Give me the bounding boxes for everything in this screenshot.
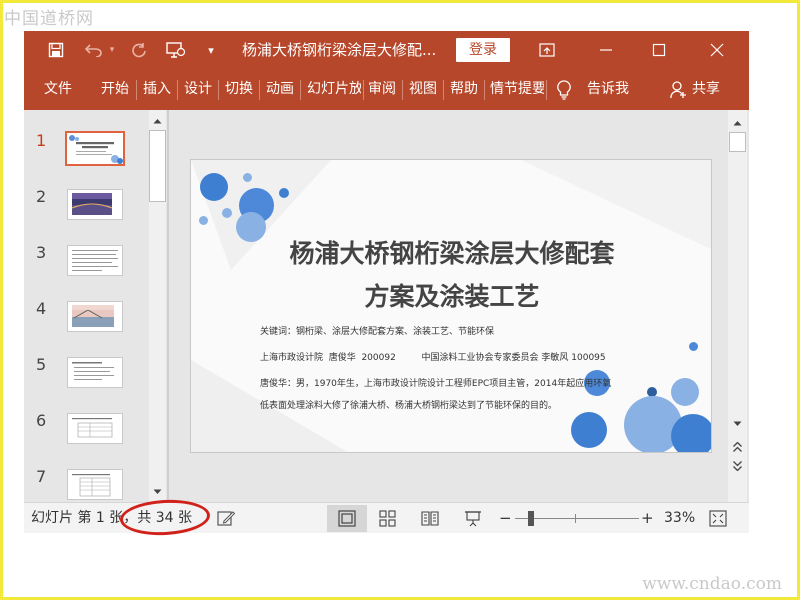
slide-thumbnail-6[interactable] [67, 413, 123, 444]
tab-help[interactable]: 帮助 [450, 69, 478, 110]
tab-separator [443, 80, 444, 100]
redo-icon[interactable] [128, 31, 150, 69]
slide-thumbnail-3[interactable] [67, 245, 123, 276]
slide-title-line-1: 杨浦大桥钢桁梁涂层大修配套 [289, 239, 615, 268]
tab-separator [402, 80, 403, 100]
normal-view-icon[interactable] [337, 509, 357, 528]
notes-edit-icon[interactable] [216, 509, 236, 528]
slide-scrollbar[interactable] [728, 110, 747, 502]
slide-scroll-thumb[interactable] [729, 132, 746, 152]
slide-canvas[interactable]: 杨浦大桥钢桁梁涂层大修配套 方案及涂装工艺 关键词：钢桁梁、涂层大修配套方案、涂… [190, 159, 712, 453]
thumbnail-scrollbar[interactable] [149, 110, 166, 502]
decor-circle [671, 378, 699, 406]
site-watermark-top: 中国道桥网 [4, 9, 94, 29]
tab-view[interactable]: 视图 [409, 69, 437, 110]
tab-separator [363, 80, 364, 100]
present-from-start-icon[interactable] [164, 31, 188, 69]
slide-thumbnail-2[interactable] [67, 189, 123, 220]
slide-thumbnail-1[interactable] [65, 131, 125, 166]
panel-divider[interactable] [167, 110, 169, 502]
decor-circle [222, 208, 232, 218]
close-icon[interactable] [702, 31, 732, 69]
undo-icon[interactable] [82, 31, 106, 69]
share-button[interactable]: 共享 [692, 69, 720, 110]
tab-separator [136, 80, 137, 100]
slide-title-line-2: 方案及涂装工艺 [364, 282, 540, 311]
tab-design[interactable]: 设计 [184, 69, 212, 110]
scroll-up-icon[interactable] [729, 114, 746, 131]
scroll-down-icon[interactable] [149, 483, 166, 500]
tab-storyboarding[interactable]: 情节提要 [490, 69, 544, 110]
slide-bio-line-2: 低表面处理涂料大修了徐浦大桥、杨浦大桥钢桁梁达到了节能环保的目的。 [260, 401, 558, 411]
thumbnail-number: 6 [36, 411, 47, 430]
tab-animations[interactable]: 动画 [266, 69, 294, 110]
slide-thumbnail-4[interactable] [67, 301, 123, 332]
decor-circle [200, 173, 228, 201]
save-icon[interactable] [44, 31, 68, 69]
ribbon-tabs: 文件 开始 插入 设计 切换 动画 幻灯片放 审阅 视图 帮助 情节提要 告诉我… [24, 69, 749, 110]
tab-separator [218, 80, 219, 100]
scroll-up-icon[interactable] [149, 112, 166, 129]
decor-circle [571, 412, 607, 448]
slide-thumbnail-7[interactable] [67, 469, 123, 500]
slide-sorter-icon[interactable] [378, 509, 398, 528]
thumbnail-scroll-thumb[interactable] [149, 130, 166, 202]
powerpoint-window: ▾ ▾ 杨浦大桥钢桁梁涂层大修配... 登录 文件 开始 插入 设计 切换 动画… [24, 31, 749, 533]
thumbnail-number: 2 [36, 187, 47, 206]
reading-view-icon[interactable] [420, 509, 440, 528]
slide-authors: 上海市政设计院 唐俊华 200092 中国涂料工业协会专家委员会 李敏风 100… [260, 353, 606, 363]
slide-keywords: 关键词：钢桁梁、涂层大修配套方案、涂装工艺、节能环保 [260, 327, 495, 337]
document-title: 杨浦大桥钢桁梁涂层大修配... [242, 41, 437, 59]
thumbnail-number: 7 [36, 467, 47, 486]
thumbnail-number: 4 [36, 299, 47, 318]
tab-separator [177, 80, 178, 100]
zoom-out-button[interactable]: − [499, 503, 512, 533]
tab-separator [259, 80, 260, 100]
tab-insert[interactable]: 插入 [143, 69, 171, 110]
login-button[interactable]: 登录 [456, 38, 510, 62]
thumbnail-number: 3 [36, 243, 47, 262]
tab-transitions[interactable]: 切换 [225, 69, 253, 110]
tab-file[interactable]: 文件 [44, 69, 72, 110]
slide-bio-line-1: 唐俊华：男，1970年生，上海市政设计院设计工程师EPC项目主管，2014年起应… [260, 379, 612, 389]
tab-separator [484, 80, 485, 100]
share-person-icon[interactable] [668, 69, 688, 110]
tab-slideshow[interactable]: 幻灯片放 [307, 69, 361, 110]
zoom-in-button[interactable]: + [641, 503, 654, 533]
tell-me-search[interactable]: 告诉我 [587, 69, 629, 110]
thumbnail-number: 5 [36, 355, 47, 374]
previous-slide-icon[interactable] [729, 438, 746, 455]
title-bar: ▾ ▾ 杨浦大桥钢桁梁涂层大修配... 登录 [24, 31, 749, 69]
zoom-slider-center-tick [575, 514, 576, 523]
site-watermark-bottom: www.cndao.com [642, 574, 782, 594]
scroll-down-icon[interactable] [729, 415, 746, 432]
decor-circle [671, 414, 711, 452]
undo-dropdown-icon[interactable]: ▾ [107, 31, 117, 69]
minimize-icon[interactable] [591, 31, 621, 69]
zoom-slider-thumb[interactable] [528, 511, 534, 526]
fit-to-window-icon[interactable] [708, 509, 728, 528]
slideshow-icon[interactable] [463, 509, 483, 528]
decor-circle [199, 216, 208, 225]
next-slide-icon[interactable] [729, 457, 746, 474]
maximize-icon[interactable] [644, 31, 674, 69]
decor-circle [279, 188, 289, 198]
tab-home[interactable]: 开始 [101, 69, 129, 110]
tab-separator [300, 80, 301, 100]
decor-circle [243, 173, 252, 182]
ribbon-display-options-icon[interactable] [534, 31, 560, 69]
zoom-percentage[interactable]: 33% [664, 503, 695, 533]
slide-thumbnail-5[interactable] [67, 357, 123, 388]
tab-review[interactable]: 审阅 [368, 69, 396, 110]
slide-thumbnail-panel: 1 2 3 4 5 6 7 [24, 110, 167, 502]
customize-qat-icon[interactable]: ▾ [204, 31, 218, 69]
thumbnail-number: 1 [36, 131, 47, 150]
tab-separator [546, 80, 547, 100]
decor-circle [689, 342, 698, 351]
lightbulb-icon [554, 69, 574, 110]
